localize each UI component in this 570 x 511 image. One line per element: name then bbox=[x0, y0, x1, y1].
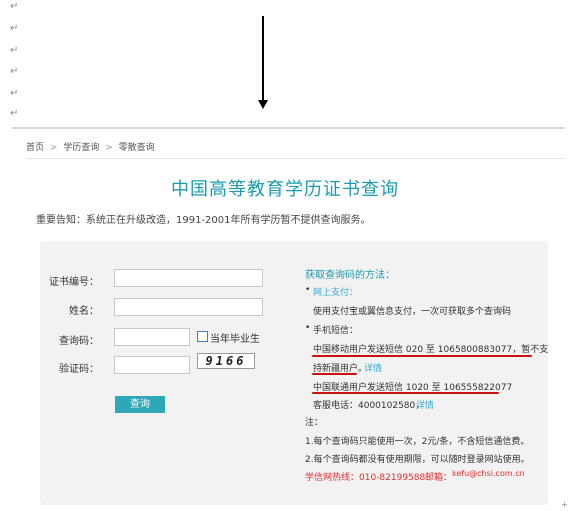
sms-bullet: • bbox=[305, 323, 311, 333]
note-label: 注： bbox=[305, 418, 324, 428]
footer-email-link[interactable]: kefu@chsi.com.cn bbox=[452, 469, 525, 478]
query-button[interactable]: 查询 bbox=[115, 396, 165, 413]
breadcrumb-separator: > bbox=[105, 143, 113, 153]
divider bbox=[26, 158, 564, 159]
paragraph-mark: ↵ bbox=[10, 1, 19, 12]
page-title: 中国高等教育学历证书查询 bbox=[171, 179, 399, 200]
online-pay-desc: 使用支付宝或翼信息支付，一次可获取多个查询码 bbox=[313, 307, 512, 317]
sms-label: 手机短信： bbox=[313, 326, 359, 336]
breadcrumb-degree-query[interactable]: 学历查询 bbox=[63, 143, 99, 153]
breadcrumb-separator: > bbox=[49, 143, 58, 153]
current-year-graduate-label: 当年毕业生 bbox=[210, 334, 260, 345]
captcha-label: 验证码： bbox=[59, 364, 99, 375]
paragraph-mark: ↵ bbox=[10, 66, 19, 77]
captcha-image[interactable]: 9166 bbox=[197, 353, 255, 369]
name-input[interactable] bbox=[114, 298, 263, 316]
online-pay-link[interactable]: 网上支付： bbox=[313, 285, 358, 298]
red-underline bbox=[312, 373, 357, 375]
hotline-detail-link[interactable]: 详情 bbox=[416, 398, 434, 411]
footer-hotline: 学信网热线：010-82199588 bbox=[305, 473, 426, 483]
methods-heading: 获取查询码的方法： bbox=[305, 270, 395, 281]
paragraph-mark: ↵ bbox=[10, 45, 19, 56]
red-underline bbox=[312, 355, 532, 357]
corner-mark: + bbox=[561, 500, 568, 509]
breadcrumb-single-query: 零散查询 bbox=[118, 143, 155, 153]
mobile-sms-text: 中国移动用户发送短信 020 至 1065800883077，暂不支 bbox=[313, 345, 549, 355]
breadcrumb: 首页 > 学历查询 > 零散查询 bbox=[26, 140, 155, 153]
note-1: 1.每个查询码只能使用一次，2元/条，不含短信通信费。 bbox=[305, 437, 530, 447]
breadcrumb-home[interactable]: 首页 bbox=[26, 143, 44, 153]
cert-number-input[interactable] bbox=[114, 269, 263, 287]
mobile-detail-link[interactable]: 详情 bbox=[364, 361, 382, 374]
notice-text: 重要告知：系统正在升级改造，1991-2001年所有学历暂不提供查询服务。 bbox=[36, 215, 371, 226]
down-arrow-line bbox=[262, 16, 264, 104]
online-pay-bullet: • bbox=[305, 285, 311, 295]
down-arrow-icon bbox=[258, 100, 268, 109]
query-code-label: 查询码： bbox=[59, 336, 99, 347]
footer-email-label: 邮箱： bbox=[425, 473, 453, 483]
paragraph-mark: ↵ bbox=[10, 88, 19, 99]
query-code-input[interactable] bbox=[114, 328, 190, 346]
name-label: 姓名： bbox=[69, 306, 99, 317]
paragraph-mark: ↵ bbox=[10, 108, 19, 119]
captcha-input[interactable] bbox=[114, 356, 190, 374]
current-year-graduate-checkbox[interactable] bbox=[197, 331, 208, 342]
hotline-text: 客服电话：4000102580， bbox=[313, 401, 425, 411]
cert-number-label: 证书编号： bbox=[49, 277, 99, 288]
red-underline bbox=[312, 392, 499, 394]
divider bbox=[12, 127, 565, 129]
note-2: 2.每个查询码都没有使用期限，可以随时登录网站使用。 bbox=[305, 455, 530, 465]
paragraph-mark: ↵ bbox=[10, 23, 19, 34]
